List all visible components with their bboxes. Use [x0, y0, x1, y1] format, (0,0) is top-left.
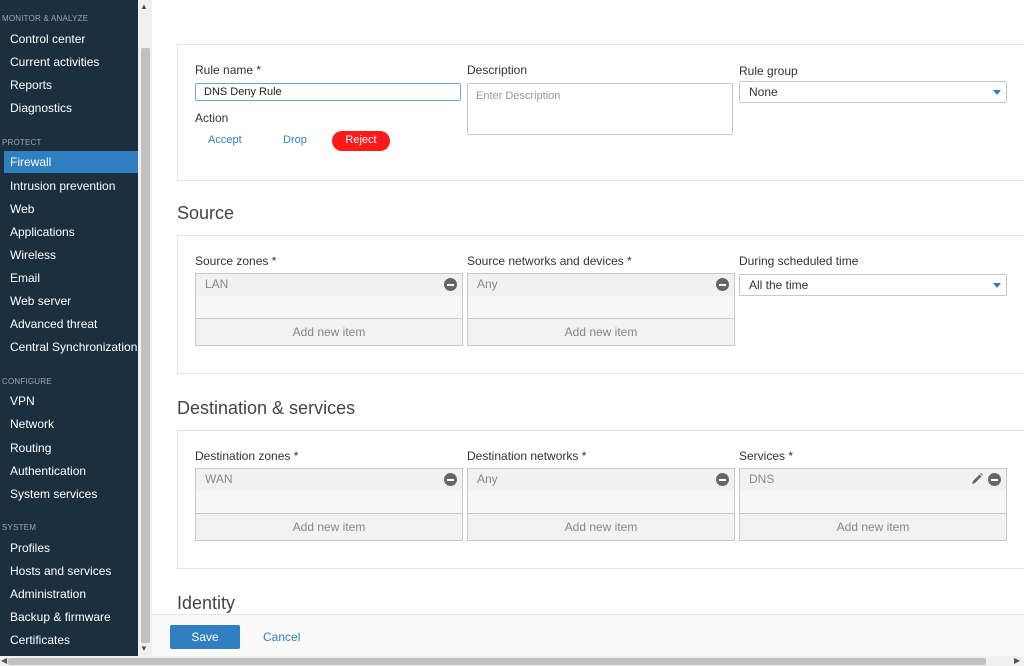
action-label: Action: [195, 111, 229, 125]
sidebar-item-web[interactable]: Web: [4, 198, 138, 220]
description-label: Description: [467, 63, 528, 77]
section-head-configure: CONFIGURE: [2, 377, 52, 386]
sidebar-item-vpn[interactable]: VPN: [4, 390, 138, 412]
action-drop[interactable]: Drop: [283, 134, 307, 146]
add-new-item-button[interactable]: Add new item: [196, 318, 462, 345]
pencil-icon[interactable]: [970, 472, 984, 486]
chevron-down-icon: [993, 283, 1001, 288]
sidebar-item-routing[interactable]: Routing: [4, 437, 138, 459]
add-new-item-button[interactable]: Add new item: [468, 318, 734, 345]
remove-icon[interactable]: [716, 278, 729, 291]
sidebar-item-applications[interactable]: Applications: [4, 221, 138, 243]
footer-bar: Save Cancel: [152, 614, 1024, 657]
sidebar-item-web-server[interactable]: Web server: [4, 290, 138, 312]
sidebar-item-reports[interactable]: Reports: [4, 74, 138, 96]
action-accept[interactable]: Accept: [208, 134, 242, 146]
main-content: Rule name * Description Rule group None …: [152, 0, 1024, 657]
rule-group-value: None: [749, 85, 778, 99]
destination-section-title: Destination & services: [177, 398, 356, 418]
description-textarea[interactable]: [467, 83, 733, 135]
sidebar-scrollbar-thumb[interactable]: [141, 48, 150, 643]
list-item: Any: [468, 274, 734, 296]
destination-zone-item: WAN: [205, 472, 233, 486]
services-list: DNS Add new item: [739, 468, 1007, 541]
list-item: Any: [468, 469, 734, 491]
destination-networks-list: Any Add new item: [467, 468, 735, 541]
list-item: DNS: [740, 469, 1006, 491]
source-networks-list: Any Add new item: [467, 273, 735, 346]
sidebar-item-intrusion-prevention[interactable]: Intrusion prevention: [4, 175, 138, 197]
rule-group-label: Rule group: [739, 64, 798, 78]
chevron-down-icon: [993, 90, 1001, 95]
section-head-protect: PROTECT: [2, 138, 42, 147]
horizontal-scrollbar-thumb[interactable]: [8, 658, 986, 665]
remove-icon[interactable]: [444, 473, 457, 486]
sidebar-item-advanced-threat[interactable]: Advanced threat: [4, 313, 138, 335]
sidebar-item-firewall[interactable]: Firewall: [4, 151, 138, 173]
source-zone-item: LAN: [205, 277, 229, 291]
add-new-item-button[interactable]: Add new item: [468, 513, 734, 540]
service-item: DNS: [749, 472, 775, 486]
source-network-item: Any: [477, 277, 498, 291]
list-item: WAN: [196, 469, 462, 491]
sidebar-item-wireless[interactable]: Wireless: [4, 244, 138, 266]
destination-zones-list: WAN Add new item: [195, 468, 463, 541]
schedule-value: All the time: [749, 278, 809, 292]
sidebar-item-certificates[interactable]: Certificates: [4, 629, 138, 651]
scroll-right-icon[interactable]: ▶: [1014, 656, 1020, 665]
remove-icon[interactable]: [716, 473, 729, 486]
sidebar-item-authentication[interactable]: Authentication: [4, 460, 138, 482]
action-reject[interactable]: Reject: [332, 131, 390, 151]
rule-group-select[interactable]: None: [739, 81, 1007, 103]
source-section-title: Source: [177, 203, 235, 223]
source-zones-list: LAN Add new item: [195, 273, 463, 346]
destination-zones-label: Destination zones *: [195, 449, 299, 463]
scroll-up-icon[interactable]: ▲: [140, 2, 148, 11]
sidebar: MONITOR & ANALYZE Control center Current…: [0, 0, 138, 656]
sidebar-item-current-activities[interactable]: Current activities: [4, 51, 138, 73]
scroll-down-icon[interactable]: ▼: [140, 644, 148, 653]
sidebar-item-administration[interactable]: Administration: [4, 583, 138, 605]
scroll-left-icon[interactable]: ◀: [1, 656, 7, 665]
destination-networks-label: Destination networks *: [467, 449, 587, 463]
save-button[interactable]: Save: [170, 625, 240, 649]
sidebar-item-backup-firmware[interactable]: Backup & firmware: [4, 606, 138, 628]
section-head-monitor: MONITOR & ANALYZE: [2, 14, 89, 23]
remove-icon[interactable]: [988, 473, 1001, 486]
remove-icon[interactable]: [444, 278, 457, 291]
sidebar-item-diagnostics[interactable]: Diagnostics: [4, 97, 138, 119]
section-head-system: SYSTEM: [2, 523, 37, 532]
list-item: LAN: [196, 274, 462, 296]
sidebar-item-hosts-and-services[interactable]: Hosts and services: [4, 560, 138, 582]
schedule-label: During scheduled time: [739, 254, 859, 268]
cancel-button[interactable]: Cancel: [263, 630, 300, 644]
sidebar-item-system-services[interactable]: System services: [4, 483, 138, 505]
services-label: Services *: [739, 449, 794, 463]
sidebar-item-network[interactable]: Network: [4, 413, 138, 435]
source-networks-label: Source networks and devices *: [467, 254, 632, 268]
sidebar-item-control-center[interactable]: Control center: [4, 28, 138, 50]
destination-network-item: Any: [477, 472, 498, 486]
source-zones-label: Source zones *: [195, 254, 277, 268]
sidebar-item-central-synchronization[interactable]: Central Synchronization: [4, 336, 138, 358]
sidebar-item-email[interactable]: Email: [4, 267, 138, 289]
schedule-select[interactable]: All the time: [739, 274, 1007, 296]
sidebar-item-profiles[interactable]: Profiles: [4, 537, 138, 559]
rule-name-input[interactable]: [195, 83, 461, 101]
rule-name-label: Rule name *: [195, 63, 262, 77]
identity-section-title: Identity: [177, 593, 236, 613]
add-new-item-button[interactable]: Add new item: [196, 513, 462, 540]
add-new-item-button[interactable]: Add new item: [740, 513, 1006, 540]
